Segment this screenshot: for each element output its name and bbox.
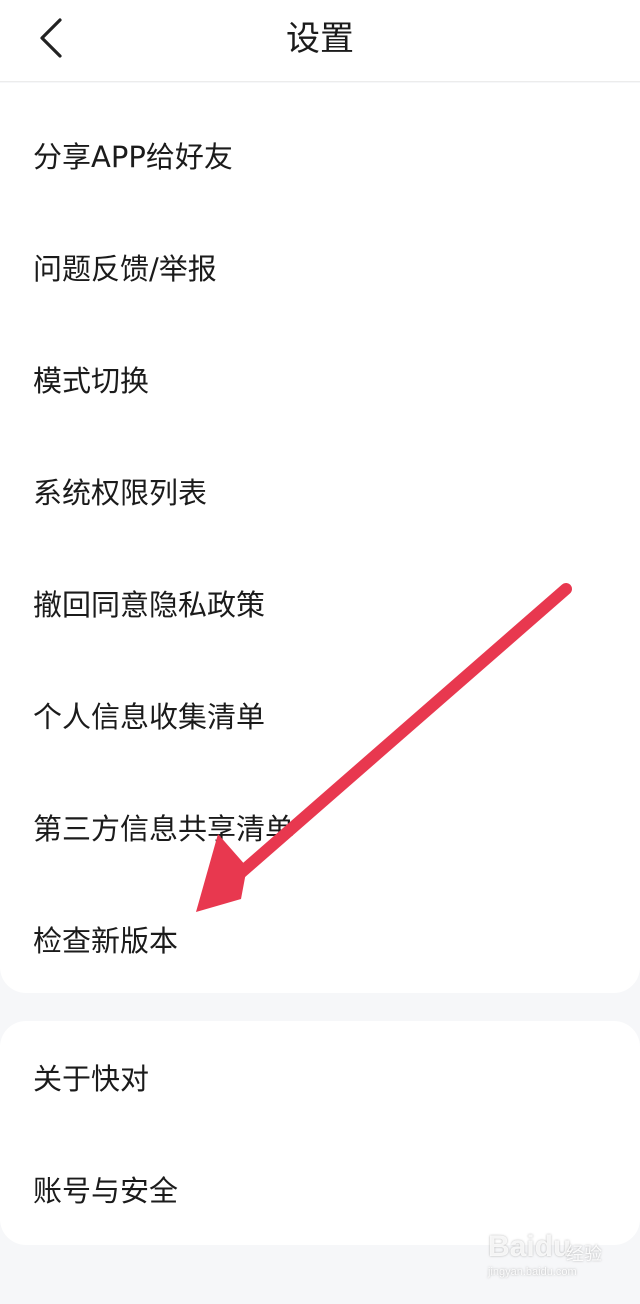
settings-item-label: 检查新版本 bbox=[33, 924, 179, 958]
settings-item-label: 撤回同意隐私政策 bbox=[33, 588, 266, 622]
settings-item-feedback[interactable]: 问题反馈/举报 bbox=[0, 211, 640, 323]
watermark-url: jingyan.baidu.com bbox=[488, 1266, 577, 1278]
settings-item-label: 问题反馈/举报 bbox=[33, 252, 217, 286]
settings-item-personal-info-list[interactable]: 个人信息收集清单 bbox=[0, 659, 640, 771]
settings-item-check-update[interactable]: 检查新版本 bbox=[0, 883, 640, 995]
page-title: 设置 bbox=[286, 19, 354, 59]
settings-item-label: 模式切换 bbox=[33, 364, 150, 398]
settings-item-revoke-privacy[interactable]: 撤回同意隐私政策 bbox=[0, 547, 640, 659]
settings-item-system-permissions[interactable]: 系统权限列表 bbox=[0, 435, 640, 547]
settings-item-label: 关于快对 bbox=[33, 1062, 150, 1096]
settings-item-account-security[interactable]: 账号与安全 bbox=[0, 1133, 640, 1245]
settings-group-main: 分享APP给好友 问题反馈/举报 模式切换 系统权限列表 撤回同意隐私政策 个人… bbox=[0, 83, 640, 993]
settings-item-share-app[interactable]: 分享APP给好友 bbox=[0, 99, 640, 211]
settings-item-label: 分享APP给好友 bbox=[33, 140, 233, 174]
settings-item-third-party-sharing[interactable]: 第三方信息共享清单 bbox=[0, 771, 640, 883]
settings-item-mode-switch[interactable]: 模式切换 bbox=[0, 323, 640, 435]
settings-item-about[interactable]: 关于快对 bbox=[0, 1021, 640, 1133]
settings-item-label: 第三方信息共享清单 bbox=[33, 812, 295, 846]
settings-item-label: 个人信息收集清单 bbox=[33, 700, 266, 734]
settings-item-label: 系统权限列表 bbox=[33, 476, 208, 510]
settings-item-label: 账号与安全 bbox=[33, 1174, 179, 1208]
top-bar: 设置 bbox=[0, 0, 640, 82]
settings-group-secondary: 关于快对 账号与安全 bbox=[0, 1021, 640, 1245]
